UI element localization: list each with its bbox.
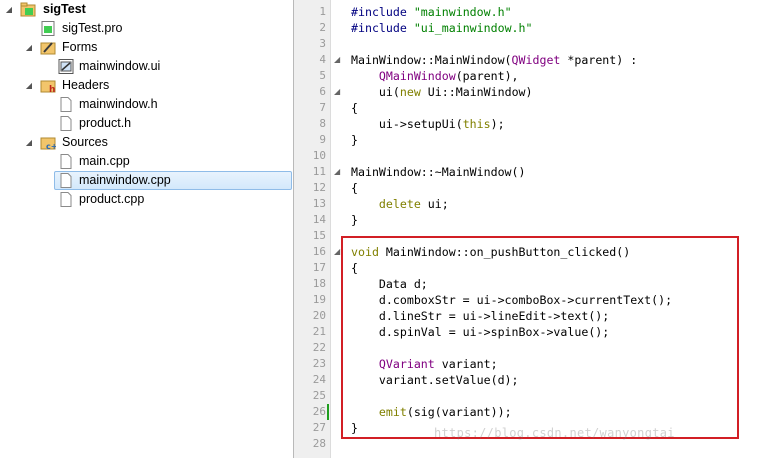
watermark: https://blog.csdn.net/wanyongtai — [434, 426, 675, 440]
file-label: mainwindow.h — [79, 97, 158, 111]
line-number: 3 — [319, 37, 326, 50]
ui-file-icon — [58, 59, 74, 74]
tree-item-pro-file[interactable]: sigTest.pro — [0, 19, 290, 38]
tree-item-mainwindow-cpp[interactable]: mainwindow.cpp — [54, 171, 292, 190]
svg-text:h: h — [49, 85, 55, 93]
file-icon — [60, 192, 72, 207]
file-label: mainwindow.cpp — [79, 173, 171, 187]
code-line[interactable]: { — [351, 100, 358, 116]
tree-item-mainwindow-ui[interactable]: mainwindow.ui — [0, 57, 290, 76]
code-line[interactable]: delete ui; — [351, 196, 449, 212]
expand-arrow-icon[interactable]: ◢ — [24, 133, 34, 152]
qt-project-icon — [20, 2, 36, 17]
file-icon — [60, 173, 72, 188]
file-label: product.h — [79, 116, 132, 130]
sources-folder-icon: c+ — [40, 137, 56, 150]
file-label: main.cpp — [79, 154, 130, 168]
line-number: 10 — [312, 149, 326, 162]
line-number: 27 — [312, 421, 326, 434]
line-number: 15 — [312, 229, 326, 242]
line-number: 9 — [319, 133, 326, 146]
file-label: mainwindow.ui — [79, 59, 161, 73]
line-number: 14 — [312, 213, 326, 226]
expand-arrow-icon[interactable]: ◢ — [24, 76, 34, 95]
headers-folder-label: Headers — [62, 78, 110, 92]
file-icon — [60, 154, 72, 169]
pro-file-label: sigTest.pro — [62, 21, 123, 35]
sources-folder-label: Sources — [62, 135, 108, 149]
project-tree: ◢ sigTest sigTest.pro ◢ Forms mainwindow… — [0, 0, 293, 458]
expand-arrow-icon[interactable]: ◢ — [4, 0, 14, 19]
tree-item-product-h[interactable]: product.h — [0, 114, 290, 133]
fold-marker-icon[interactable]: ◢ — [334, 164, 344, 180]
line-number: 22 — [312, 341, 326, 354]
line-number: 2 — [319, 21, 326, 34]
code-line[interactable]: } — [351, 132, 358, 148]
expand-arrow-icon[interactable]: ◢ — [24, 38, 34, 57]
code-line[interactable]: { — [351, 180, 358, 196]
tree-item-project[interactable]: ◢ sigTest — [0, 0, 290, 19]
tree-folder-headers[interactable]: ◢ h Headers — [0, 76, 290, 95]
modified-line-marker — [327, 404, 329, 420]
tree-item-mainwindow-h[interactable]: mainwindow.h — [0, 95, 290, 114]
line-number: 25 — [312, 389, 326, 402]
line-number: 26 — [312, 405, 326, 418]
headers-folder-icon: h — [40, 80, 56, 93]
file-icon — [60, 116, 72, 131]
forms-folder-label: Forms — [62, 40, 98, 54]
line-number: 16 — [312, 245, 326, 258]
code-line[interactable]: MainWindow::MainWindow(QWidget *parent) … — [351, 52, 637, 68]
line-number: 19 — [312, 293, 326, 306]
highlight-box — [341, 236, 739, 439]
line-number: 23 — [312, 357, 326, 370]
file-icon — [60, 97, 72, 112]
svg-text:c+: c+ — [46, 142, 56, 150]
tree-item-main-cpp[interactable]: main.cpp — [0, 152, 290, 171]
code-line[interactable]: QMainWindow(parent), — [351, 68, 519, 84]
line-number: 6 — [319, 85, 326, 98]
line-number: 24 — [312, 373, 326, 386]
file-label: product.cpp — [79, 192, 145, 206]
code-line[interactable]: } — [351, 212, 358, 228]
line-number: 8 — [319, 117, 326, 130]
code-line[interactable]: ui(new Ui::MainWindow) — [351, 84, 533, 100]
line-number: 12 — [312, 181, 326, 194]
line-number: 1 — [319, 5, 326, 18]
code-line[interactable]: ui->setupUi(this); — [351, 116, 505, 132]
code-line[interactable]: MainWindow::~MainWindow() — [351, 164, 526, 180]
code-line[interactable]: #include "mainwindow.h" — [351, 4, 512, 20]
tree-item-product-cpp[interactable]: product.cpp — [0, 190, 290, 209]
line-number: 18 — [312, 277, 326, 290]
line-number: 20 — [312, 309, 326, 322]
line-number: 21 — [312, 325, 326, 338]
line-number: 7 — [319, 101, 326, 114]
line-number: 28 — [312, 437, 326, 450]
fold-marker-icon[interactable]: ◢ — [334, 52, 344, 68]
line-number: 4 — [319, 53, 326, 66]
line-number: 11 — [312, 165, 326, 178]
line-number: 5 — [319, 69, 326, 82]
line-number: 17 — [312, 261, 326, 274]
line-number: 13 — [312, 197, 326, 210]
tree-folder-forms[interactable]: ◢ Forms — [0, 38, 290, 57]
pro-file-icon — [41, 21, 55, 36]
tree-folder-sources[interactable]: ◢ c+ Sources — [0, 133, 290, 152]
forms-folder-icon — [40, 42, 56, 55]
code-line[interactable]: #include "ui_mainwindow.h" — [351, 20, 533, 36]
project-name: sigTest — [43, 2, 86, 16]
fold-marker-icon[interactable]: ◢ — [334, 84, 344, 100]
